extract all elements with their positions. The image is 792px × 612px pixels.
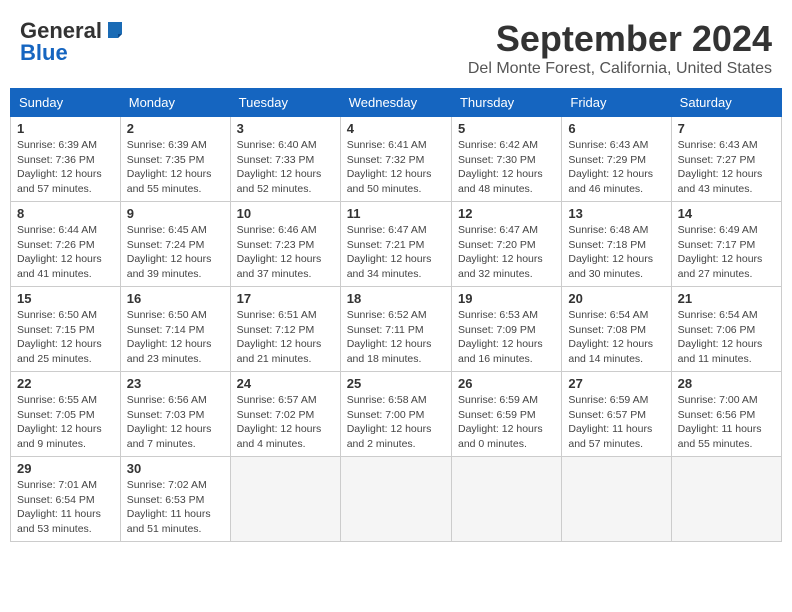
- table-row: 4Sunrise: 6:41 AM Sunset: 7:32 PM Daylig…: [340, 117, 451, 202]
- title-block: September 2024 Del Monte Forest, Califor…: [468, 18, 772, 78]
- table-row: 6Sunrise: 6:43 AM Sunset: 7:29 PM Daylig…: [562, 117, 671, 202]
- table-row: 18Sunrise: 6:52 AM Sunset: 7:11 PM Dayli…: [340, 287, 451, 372]
- header-monday: Monday: [120, 89, 230, 117]
- table-row: [562, 457, 671, 542]
- calendar-week-5: 29Sunrise: 7:01 AM Sunset: 6:54 PM Dayli…: [11, 457, 782, 542]
- location-title: Del Monte Forest, California, United Sta…: [468, 60, 772, 78]
- logo-icon: [104, 20, 126, 42]
- table-row: 24Sunrise: 6:57 AM Sunset: 7:02 PM Dayli…: [230, 372, 340, 457]
- table-row: 3Sunrise: 6:40 AM Sunset: 7:33 PM Daylig…: [230, 117, 340, 202]
- logo: General Blue: [20, 18, 126, 66]
- table-row: 10Sunrise: 6:46 AM Sunset: 7:23 PM Dayli…: [230, 202, 340, 287]
- table-row: 30Sunrise: 7:02 AM Sunset: 6:53 PM Dayli…: [120, 457, 230, 542]
- table-row: 9Sunrise: 6:45 AM Sunset: 7:24 PM Daylig…: [120, 202, 230, 287]
- header-friday: Friday: [562, 89, 671, 117]
- table-row: [671, 457, 781, 542]
- header-wednesday: Wednesday: [340, 89, 451, 117]
- calendar-week-4: 22Sunrise: 6:55 AM Sunset: 7:05 PM Dayli…: [11, 372, 782, 457]
- month-title: September 2024: [468, 18, 772, 60]
- table-row: 2Sunrise: 6:39 AM Sunset: 7:35 PM Daylig…: [120, 117, 230, 202]
- calendar-header-row: SundayMondayTuesdayWednesdayThursdayFrid…: [11, 89, 782, 117]
- table-row: 15Sunrise: 6:50 AM Sunset: 7:15 PM Dayli…: [11, 287, 121, 372]
- table-row: 17Sunrise: 6:51 AM Sunset: 7:12 PM Dayli…: [230, 287, 340, 372]
- table-row: 23Sunrise: 6:56 AM Sunset: 7:03 PM Dayli…: [120, 372, 230, 457]
- table-row: 20Sunrise: 6:54 AM Sunset: 7:08 PM Dayli…: [562, 287, 671, 372]
- table-row: 25Sunrise: 6:58 AM Sunset: 7:00 PM Dayli…: [340, 372, 451, 457]
- table-row: 14Sunrise: 6:49 AM Sunset: 7:17 PM Dayli…: [671, 202, 781, 287]
- table-row: 27Sunrise: 6:59 AM Sunset: 6:57 PM Dayli…: [562, 372, 671, 457]
- table-row: 19Sunrise: 6:53 AM Sunset: 7:09 PM Dayli…: [451, 287, 561, 372]
- table-row: 5Sunrise: 6:42 AM Sunset: 7:30 PM Daylig…: [451, 117, 561, 202]
- calendar-week-3: 15Sunrise: 6:50 AM Sunset: 7:15 PM Dayli…: [11, 287, 782, 372]
- header-sunday: Sunday: [11, 89, 121, 117]
- table-row: 8Sunrise: 6:44 AM Sunset: 7:26 PM Daylig…: [11, 202, 121, 287]
- table-row: 29Sunrise: 7:01 AM Sunset: 6:54 PM Dayli…: [11, 457, 121, 542]
- table-row: 21Sunrise: 6:54 AM Sunset: 7:06 PM Dayli…: [671, 287, 781, 372]
- table-row: [340, 457, 451, 542]
- table-row: 22Sunrise: 6:55 AM Sunset: 7:05 PM Dayli…: [11, 372, 121, 457]
- calendar-week-2: 8Sunrise: 6:44 AM Sunset: 7:26 PM Daylig…: [11, 202, 782, 287]
- table-row: [230, 457, 340, 542]
- page-header: General Blue September 2024 Del Monte Fo…: [10, 10, 782, 82]
- table-row: 1Sunrise: 6:39 AM Sunset: 7:36 PM Daylig…: [11, 117, 121, 202]
- table-row: 11Sunrise: 6:47 AM Sunset: 7:21 PM Dayli…: [340, 202, 451, 287]
- table-row: 28Sunrise: 7:00 AM Sunset: 6:56 PM Dayli…: [671, 372, 781, 457]
- table-row: 7Sunrise: 6:43 AM Sunset: 7:27 PM Daylig…: [671, 117, 781, 202]
- table-row: 13Sunrise: 6:48 AM Sunset: 7:18 PM Dayli…: [562, 202, 671, 287]
- logo-blue: Blue: [20, 40, 68, 66]
- header-tuesday: Tuesday: [230, 89, 340, 117]
- calendar-week-1: 1Sunrise: 6:39 AM Sunset: 7:36 PM Daylig…: [11, 117, 782, 202]
- header-thursday: Thursday: [451, 89, 561, 117]
- table-row: 16Sunrise: 6:50 AM Sunset: 7:14 PM Dayli…: [120, 287, 230, 372]
- header-saturday: Saturday: [671, 89, 781, 117]
- table-row: 26Sunrise: 6:59 AM Sunset: 6:59 PM Dayli…: [451, 372, 561, 457]
- table-row: 12Sunrise: 6:47 AM Sunset: 7:20 PM Dayli…: [451, 202, 561, 287]
- calendar-table: SundayMondayTuesdayWednesdayThursdayFrid…: [10, 88, 782, 542]
- table-row: [451, 457, 561, 542]
